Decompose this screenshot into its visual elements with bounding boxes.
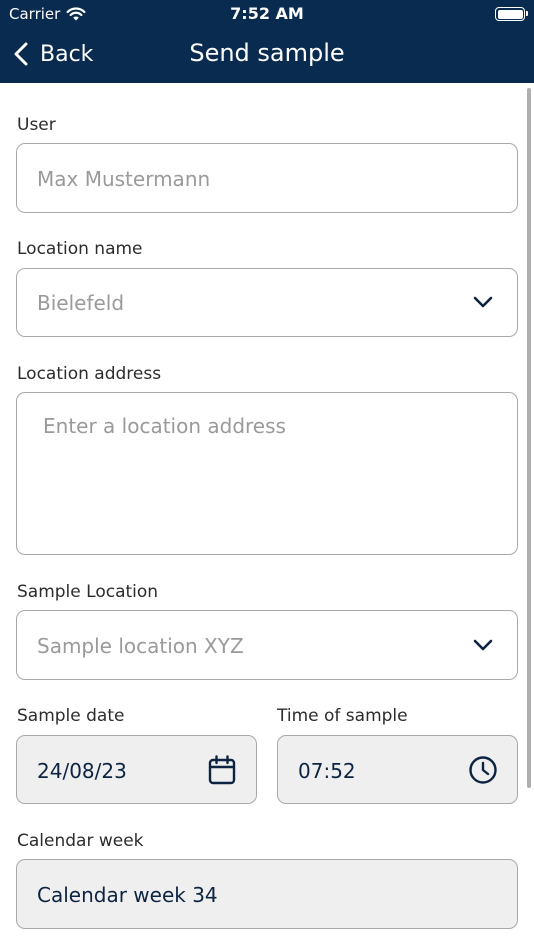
page-title: Send sample — [189, 39, 345, 67]
location-name-dropdown[interactable]: Bielefeld — [16, 268, 518, 337]
calendar-week-field: Calendar week 34 — [16, 859, 518, 929]
sample-location-label: Sample Location — [17, 582, 159, 602]
sample-location-dropdown[interactable]: Sample location XYZ — [16, 610, 518, 680]
chevron-down-icon — [473, 639, 493, 651]
user-placeholder: Max Mustermann — [37, 167, 211, 191]
time-of-sample-label: Time of sample — [277, 706, 408, 726]
location-name-label: Location name — [17, 239, 143, 259]
sample-location-value: Sample location XYZ — [37, 634, 244, 658]
location-name-value: Bielefeld — [37, 291, 125, 315]
navigation-header: Carrier 7:52 AM Back Send sample — [0, 0, 534, 83]
time-of-sample-value: 07:52 — [298, 759, 356, 783]
location-address-label: Location address — [17, 364, 162, 384]
user-field[interactable]: Max Mustermann — [16, 143, 518, 213]
sample-date-label: Sample date — [17, 706, 125, 726]
calendar-week-label: Calendar week — [17, 831, 144, 851]
time-of-sample-picker[interactable]: 07:52 — [277, 735, 518, 804]
sample-date-value: 24/08/23 — [37, 759, 127, 783]
location-address-placeholder: Enter a location address — [43, 414, 286, 438]
chevron-down-icon — [473, 296, 493, 308]
status-bar: Carrier 7:52 AM — [0, 0, 534, 28]
user-label: User — [17, 115, 56, 135]
clock-icon[interactable] — [468, 755, 498, 785]
status-time: 7:52 AM — [230, 4, 304, 23]
sample-date-picker[interactable]: 24/08/23 — [16, 735, 257, 804]
battery-icon — [495, 7, 528, 21]
location-address-textarea[interactable]: Enter a location address — [16, 392, 518, 555]
scrollbar[interactable] — [527, 88, 531, 788]
calendar-week-value: Calendar week 34 — [37, 883, 218, 907]
calendar-icon[interactable] — [208, 755, 236, 785]
